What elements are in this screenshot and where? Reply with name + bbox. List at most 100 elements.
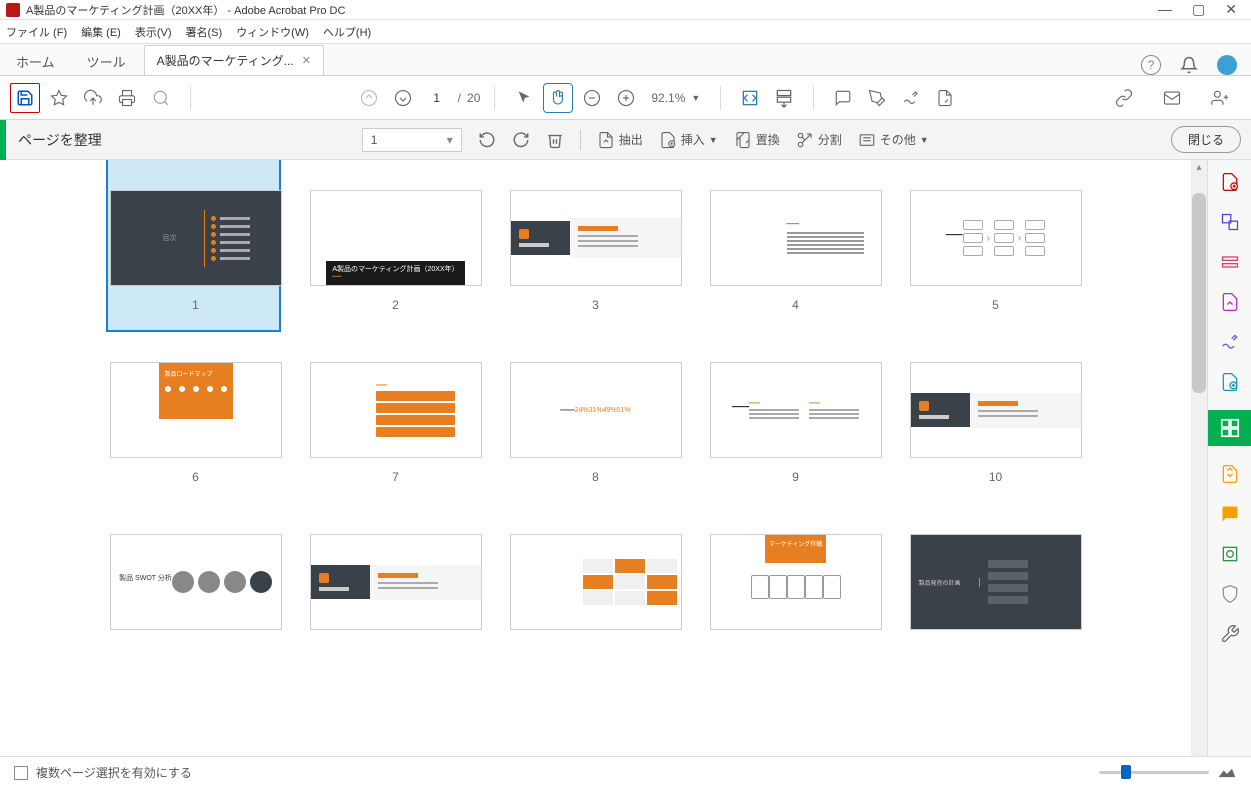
link-icon[interactable] — [1109, 83, 1139, 113]
organize-pages-icon[interactable] — [1208, 410, 1251, 446]
create-pdf-icon[interactable] — [1218, 170, 1242, 194]
page-thumb-1[interactable]: 目次 1 — [108, 190, 283, 312]
menu-view[interactable]: 表示(V) — [135, 24, 172, 40]
edit-pdf-icon[interactable] — [1218, 250, 1242, 274]
menu-edit[interactable]: 編集 (E) — [81, 24, 121, 40]
zoom-in-icon[interactable] — [611, 83, 641, 113]
delete-button[interactable] — [546, 131, 564, 149]
split-button[interactable]: 分割 — [796, 131, 842, 149]
page-thumb-3[interactable]: 3 — [508, 190, 683, 312]
page-thumb-9[interactable]: ━━━━ ━━━ ━━━ 9 — [708, 362, 883, 484]
page-indicator: / 20 — [422, 91, 481, 105]
compress-icon[interactable] — [1218, 462, 1242, 486]
tab-tools[interactable]: ツール — [71, 44, 142, 75]
page-number: 6 — [192, 470, 199, 484]
close-button[interactable]: 閉じる — [1171, 126, 1241, 153]
page-number: 4 — [792, 298, 799, 312]
organize-pages-bar: ページを整理 1 ▾ 抽出 挿入 ▼ 置換 分割 — [0, 120, 1251, 160]
fit-width-icon[interactable] — [735, 83, 765, 113]
menubar: ファイル (F) 編集 (E) 表示(V) 署名(S) ウィンドウ(W) ヘルプ… — [0, 20, 1251, 44]
maximize-icon[interactable]: ▢ — [1192, 1, 1205, 18]
statusbar: 複数ページ選択を有効にする — [0, 756, 1251, 788]
menu-help[interactable]: ヘルプ(H) — [323, 24, 371, 40]
menu-window[interactable]: ウィンドウ(W) — [236, 24, 309, 40]
scan-ocr-icon[interactable] — [1218, 542, 1242, 566]
search-icon[interactable] — [146, 83, 176, 113]
page-thumb-15[interactable]: 製品発売の計画 — [908, 534, 1083, 642]
hand-icon[interactable] — [543, 83, 573, 113]
avatar[interactable] — [1217, 55, 1237, 75]
page-number: 3 — [592, 298, 599, 312]
pointer-icon[interactable] — [509, 83, 539, 113]
page-selector[interactable]: 1 ▾ — [362, 128, 462, 152]
scroll-thumb[interactable] — [1192, 193, 1206, 393]
page-total: 20 — [467, 91, 480, 105]
tabbar: ホーム ツール A製品のマーケティング... ✕ ? — [0, 44, 1251, 76]
email-icon[interactable] — [1157, 83, 1187, 113]
save-icon[interactable] — [10, 83, 40, 113]
page-thumbnails-grid[interactable]: 目次 1 A製品のマーケティング計画（20XX年） — [0, 160, 1191, 756]
rotate-right-button[interactable] — [512, 131, 530, 149]
page-up-icon[interactable] — [354, 83, 384, 113]
page-current-input[interactable] — [422, 91, 452, 105]
insert-button[interactable]: 挿入 ▼ — [659, 131, 718, 149]
multi-select-checkbox[interactable] — [14, 766, 28, 780]
print-icon[interactable] — [112, 83, 142, 113]
help-icon[interactable]: ? — [1141, 55, 1161, 75]
app-icon — [6, 3, 20, 17]
page-thumb-8[interactable]: ━━━━ 24%31%49%51% 8 — [508, 362, 683, 484]
tab-close-icon[interactable]: ✕ — [302, 54, 311, 67]
page-thumb-11[interactable]: 製品 SWOT 分析 — [108, 534, 283, 642]
tab-home[interactable]: ホーム — [0, 44, 71, 75]
cloud-upload-icon[interactable] — [78, 83, 108, 113]
more-tools-icon[interactable] — [1218, 622, 1242, 646]
notifications-icon[interactable] — [1179, 55, 1199, 75]
page-thumb-4[interactable]: ━━━ 4 — [708, 190, 883, 312]
request-signatures-icon[interactable] — [1218, 370, 1242, 394]
stamp-icon[interactable] — [930, 83, 960, 113]
menu-file[interactable]: ファイル (F) — [6, 24, 67, 40]
page-thumb-6[interactable]: 製品ロードマップ 6 — [108, 362, 283, 484]
multi-select-label: 複数ページ選択を有効にする — [36, 764, 192, 781]
zoom-dropdown[interactable]: 92.1% ▼ — [645, 91, 706, 105]
zoom-out-icon[interactable] — [577, 83, 607, 113]
page-thumb-14[interactable]: マーケティング作戦 — [708, 534, 883, 642]
more-button[interactable]: その他 ▼ — [858, 131, 929, 149]
scroll-mode-icon[interactable] — [769, 83, 799, 113]
page-thumb-12[interactable] — [308, 534, 483, 642]
combine-icon[interactable] — [1218, 210, 1242, 234]
page-number: 10 — [989, 470, 1002, 484]
tab-document-label: A製品のマーケティング... — [157, 52, 294, 69]
share-icon[interactable] — [1205, 83, 1235, 113]
comment-rail-icon[interactable] — [1218, 502, 1242, 526]
tab-document[interactable]: A製品のマーケティング... ✕ — [144, 45, 324, 75]
comment-icon[interactable] — [828, 83, 858, 113]
chevron-down-icon: ▾ — [447, 133, 453, 147]
page-number: 9 — [792, 470, 799, 484]
close-icon[interactable]: ✕ — [1225, 1, 1237, 18]
fill-sign-icon[interactable] — [1218, 330, 1242, 354]
protect-icon[interactable] — [1218, 582, 1242, 606]
sign-icon[interactable] — [896, 83, 926, 113]
export-pdf-icon[interactable] — [1218, 290, 1242, 314]
highlight-icon[interactable] — [862, 83, 892, 113]
organize-title: ページを整理 — [18, 130, 102, 150]
page-thumb-10[interactable]: 10 — [908, 362, 1083, 484]
vertical-scrollbar[interactable]: ▴ — [1191, 160, 1207, 756]
page-down-icon[interactable] — [388, 83, 418, 113]
page-thumb-2[interactable]: A製品のマーケティング計画（20XX年） ━━━ 2 — [308, 190, 483, 312]
page-thumb-5[interactable]: ━━━━ › › 5 — [908, 190, 1083, 312]
page-number: 5 — [992, 298, 999, 312]
zoom-slider[interactable] — [1099, 771, 1209, 774]
window-title: A製品のマーケティング計画（20XX年） - Adobe Acrobat Pro… — [26, 2, 1158, 18]
thumbnail-size-icon[interactable] — [1217, 766, 1237, 780]
star-icon[interactable] — [44, 83, 74, 113]
page-thumb-7[interactable]: ━━━ 7 — [308, 362, 483, 484]
rotate-left-button[interactable] — [478, 131, 496, 149]
menu-sign[interactable]: 署名(S) — [186, 24, 223, 40]
extract-button[interactable]: 抽出 — [597, 131, 643, 149]
tools-rail — [1207, 160, 1251, 756]
page-thumb-13[interactable] — [508, 534, 683, 642]
replace-button[interactable]: 置換 — [734, 131, 780, 149]
minimize-icon[interactable]: — — [1158, 1, 1172, 18]
